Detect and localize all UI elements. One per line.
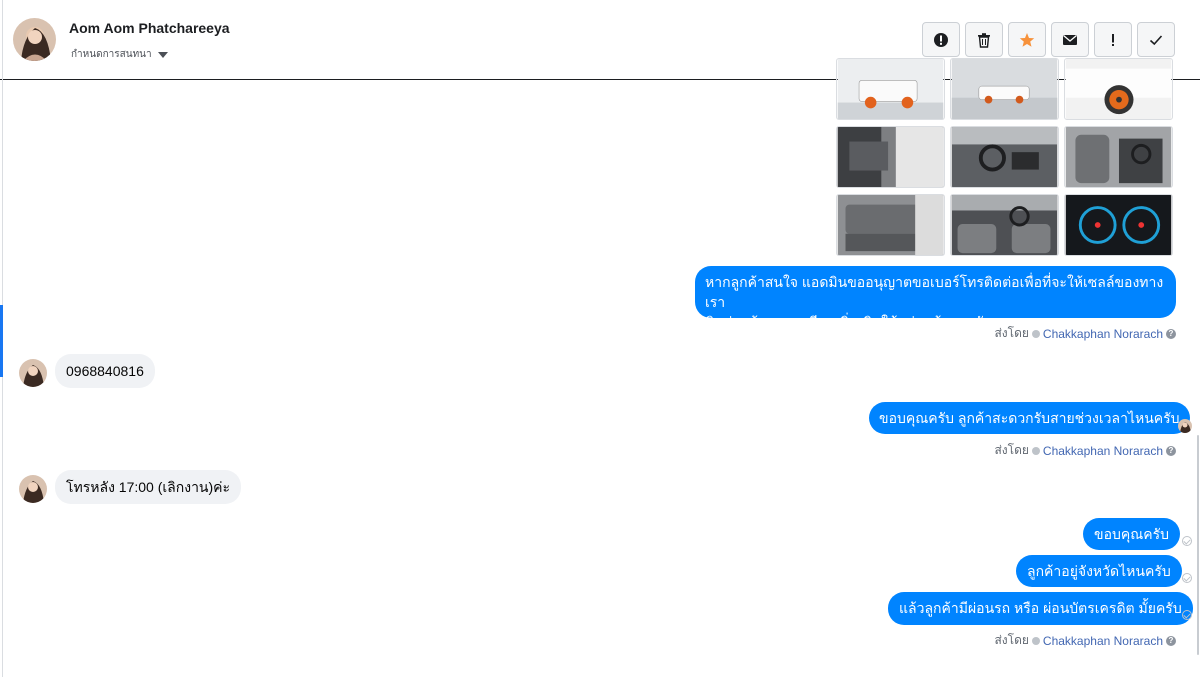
delivered-icon bbox=[1182, 573, 1192, 583]
envelope-icon bbox=[1063, 34, 1077, 45]
car-photo[interactable] bbox=[950, 194, 1059, 256]
contact-avatar-small[interactable] bbox=[19, 475, 47, 503]
verified-icon bbox=[1031, 446, 1040, 455]
sent-by-info: ส่งโดย Chakkaphan Norarach ? bbox=[994, 324, 1176, 343]
outgoing-message: หากลูกค้าสนใจ แอดมินขออนุญาตขอเบอร์โทรติ… bbox=[695, 266, 1176, 330]
mark-done-button[interactable] bbox=[1137, 22, 1175, 57]
car-photo[interactable] bbox=[950, 126, 1059, 188]
outgoing-message: แล้วลูกค้ามีผ่อนรถ หรือ ผ่อนบัตรเครดิต ม… bbox=[888, 592, 1193, 625]
exclamation-icon bbox=[1112, 33, 1114, 46]
mark-spam-button[interactable] bbox=[922, 22, 960, 57]
contact-name[interactable]: Aom Aom Phatchareeya bbox=[69, 20, 230, 36]
sent-by-label: ส่งโดย bbox=[994, 326, 1029, 340]
outgoing-message: ขอบคุณครับ ลูกค้าสะดวกรับสายช่วงเวลาไหนค… bbox=[869, 402, 1190, 434]
agent-name-link[interactable]: Chakkaphan Norarach bbox=[1043, 327, 1163, 341]
assign-conversation-dropdown[interactable]: กำหนดการสนทนา bbox=[71, 47, 168, 62]
help-icon[interactable]: ? bbox=[1166, 445, 1176, 456]
conversation-toolbar bbox=[922, 22, 1175, 57]
agent-name-link[interactable]: Chakkaphan Norarach bbox=[1043, 444, 1163, 458]
car-photo[interactable] bbox=[836, 58, 945, 120]
trash-icon bbox=[978, 32, 990, 48]
message-text: แล้วลูกค้ามีผ่อนรถ หรือ ผ่อนบัตรเครดิต ม… bbox=[899, 600, 1182, 616]
incoming-message: 0968840816 bbox=[55, 354, 155, 388]
car-photo[interactable] bbox=[836, 194, 945, 256]
car-photo[interactable] bbox=[950, 58, 1059, 120]
car-photo[interactable] bbox=[1064, 194, 1173, 256]
follow-up-button[interactable] bbox=[1094, 22, 1132, 57]
check-icon bbox=[1149, 34, 1163, 45]
delivered-icon bbox=[1182, 610, 1192, 620]
sent-by-info: ส่งโดย Chakkaphan Norarach ? bbox=[994, 631, 1176, 650]
outgoing-message: ขอบคุณครับ bbox=[1083, 518, 1180, 550]
contact-avatar-small[interactable] bbox=[19, 359, 47, 387]
car-photo[interactable] bbox=[836, 126, 945, 188]
incoming-message: โทรหลัง 17:00 (เลิกงาน)ค่ะ bbox=[55, 470, 242, 504]
message-text: ขอบคุณครับ bbox=[1094, 526, 1169, 542]
car-photo[interactable] bbox=[1064, 58, 1173, 120]
message-text-line: หากลูกค้าสนใจ แอดมินขออนุญาตขอเบอร์โทรติ… bbox=[705, 274, 1164, 310]
message-text: ลูกค้าอยู่จังหวัดไหนครับ bbox=[1027, 563, 1171, 579]
sent-by-label: ส่งโดย bbox=[994, 443, 1029, 457]
agent-name-link[interactable]: Chakkaphan Norarach bbox=[1043, 634, 1163, 648]
caret-down-icon bbox=[157, 51, 168, 58]
message-text: โทรหลัง 17:00 (เลิกงาน)ค่ะ bbox=[66, 479, 231, 495]
message-text: 0968840816 bbox=[66, 363, 144, 379]
active-indicator bbox=[0, 305, 3, 377]
outgoing-message: ลูกค้าอยู่จังหวัดไหนครับ bbox=[1016, 555, 1182, 587]
seen-avatar bbox=[1178, 419, 1192, 433]
sent-by-info: ส่งโดย Chakkaphan Norarach ? bbox=[994, 441, 1176, 460]
help-icon[interactable]: ? bbox=[1166, 635, 1176, 646]
alert-circle-icon bbox=[934, 32, 948, 47]
mark-unread-button[interactable] bbox=[1051, 22, 1089, 57]
verified-icon bbox=[1031, 329, 1040, 338]
assign-label: กำหนดการสนทนา bbox=[71, 49, 152, 60]
star-button[interactable] bbox=[1008, 22, 1046, 57]
star-icon bbox=[1019, 32, 1035, 47]
car-photo[interactable] bbox=[1064, 126, 1173, 188]
delete-button[interactable] bbox=[965, 22, 1003, 57]
message-text: ขอบคุณครับ ลูกค้าสะดวกรับสายช่วงเวลาไหนค… bbox=[879, 410, 1180, 426]
contact-avatar[interactable] bbox=[13, 18, 56, 61]
help-icon[interactable]: ? bbox=[1166, 328, 1176, 339]
sent-by-label: ส่งโดย bbox=[994, 633, 1029, 647]
delivered-icon bbox=[1182, 536, 1192, 546]
scrollbar[interactable] bbox=[1197, 435, 1199, 655]
verified-icon bbox=[1031, 636, 1040, 645]
